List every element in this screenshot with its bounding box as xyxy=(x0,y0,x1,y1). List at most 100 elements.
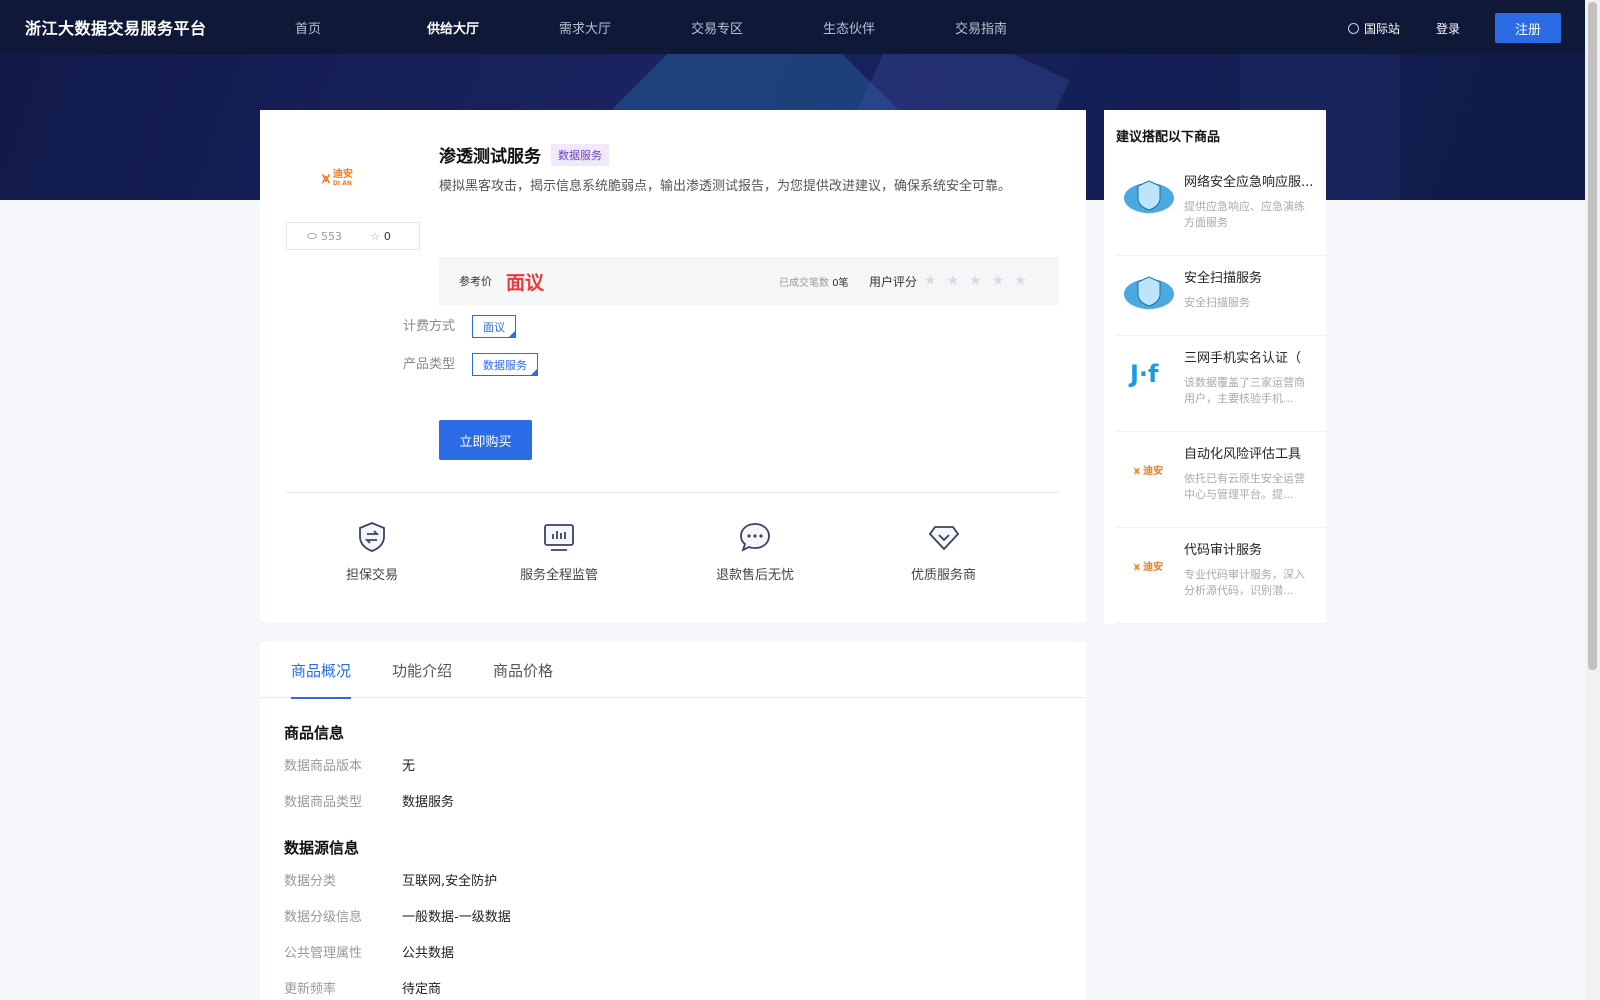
cloud-shield-logo-icon xyxy=(1124,180,1174,213)
product-title: 渗透测试服务 xyxy=(439,147,541,167)
recommendation-desc: 安全扫描服务 xyxy=(1184,296,1250,309)
deals-count: 已成交笔数 0笔 xyxy=(779,274,849,289)
recommendation-desc: 专业代码审计服务，深入分析源代码，识别潜... xyxy=(1184,568,1305,597)
recommendation-desc: 依托已有云原生安全运营中心与管理平台。提... xyxy=(1184,472,1305,501)
tab-pricing[interactable]: 商品价格 xyxy=(493,642,553,698)
type-label: 产品类型 xyxy=(403,357,456,372)
nav-item-demand[interactable]: 需求大厅 xyxy=(559,18,691,37)
info-key: 数据分类 xyxy=(284,874,337,889)
billing-label: 计费方式 xyxy=(403,319,456,334)
favorites-stat[interactable]: ☆ 0 xyxy=(370,230,391,243)
shield-exchange-icon xyxy=(359,522,385,552)
star-icon: ★ xyxy=(924,273,937,289)
recommendation-desc: 提供应急响应、应急演练方面服务 xyxy=(1184,200,1305,229)
globe-icon xyxy=(1347,22,1359,34)
jf-logo-icon: J·f xyxy=(1128,360,1159,388)
register-button[interactable]: 注册 xyxy=(1495,13,1561,43)
recommendation-name: 自动化风险评估工具 xyxy=(1184,447,1302,462)
top-nav: 浙江大数据交易服务平台 首页 供给大厅 需求大厅 交易专区 生态伙伴 交易指南 … xyxy=(0,0,1585,54)
svg-text:⩙ 迪安: ⩙ 迪安 xyxy=(1133,560,1163,573)
info-key: 数据商品版本 xyxy=(284,759,363,774)
feature-supervision: 服务全程监管 xyxy=(520,520,598,583)
cloud-shield-logo-icon xyxy=(1124,276,1174,309)
info-value: 数据服务 xyxy=(402,795,455,810)
recommendation-title: 建议搭配以下商品 xyxy=(1116,130,1221,145)
info-key: 数据分级信息 xyxy=(284,910,363,925)
recommendation-item[interactable]: 安全扫描服务 安全扫描服务 xyxy=(1116,256,1326,336)
price-label: 参考价 xyxy=(459,275,492,288)
monitor-chart-icon xyxy=(544,524,574,551)
dian-logo-icon: ⩙ 迪安 xyxy=(1133,560,1163,573)
info-value: 待定商 xyxy=(402,982,442,997)
recommendation-desc: 该数据覆盖了三家运营商用户，主要核验手机... xyxy=(1184,376,1305,405)
feature-escrow: 担保交易 xyxy=(346,520,398,583)
product-stats: 553 ☆ 0 xyxy=(286,222,420,250)
views-count: 553 xyxy=(321,229,342,243)
star-icon: ★ xyxy=(991,273,1005,289)
star-outline-icon: ☆ xyxy=(370,229,380,243)
deals-label: 已成交笔数 xyxy=(779,277,829,289)
info-row: 数据商品版本 无 xyxy=(284,755,1086,791)
logo-subtext: DI AN xyxy=(332,180,352,187)
svg-text:⩙ 迪安: ⩙ 迪安 xyxy=(1133,464,1163,477)
feature-label: 服务全程监管 xyxy=(520,568,599,583)
nav-right: 国际站 登录 注册 xyxy=(1347,13,1561,43)
chat-bubble-icon xyxy=(740,523,770,552)
logo-text-group: 迪安 DI AN xyxy=(332,170,353,188)
info-row: 数据分类 互联网,安全防护 xyxy=(284,870,1086,906)
info-row: 公共管理属性 公共数据 xyxy=(284,942,1086,978)
tab-overview[interactable]: 商品概况 xyxy=(291,642,352,699)
price-box: 参考价 面议 已成交笔数 0笔 用户评分 ★ ★ ★ ★ ★ xyxy=(439,257,1059,305)
info-row: 数据分级信息 一般数据-一级数据 xyxy=(284,906,1086,942)
type-option[interactable]: 数据服务 xyxy=(472,353,538,376)
feature-label: 担保交易 xyxy=(346,568,399,583)
feature-label: 优质服务商 xyxy=(911,568,977,583)
price-value: 面议 xyxy=(506,271,545,294)
nav-item-home[interactable]: 首页 xyxy=(295,18,427,37)
tab-features[interactable]: 功能介绍 xyxy=(392,642,452,698)
detail-tabs: 商品概况 功能介绍 商品价格 xyxy=(260,642,1086,699)
star-icon: ★ xyxy=(969,273,982,289)
divider xyxy=(286,492,1060,493)
recommendation-item[interactable]: 网络安全应急响应服... 提供应急响应、应急演练方面服务 xyxy=(1116,160,1326,256)
recommendation-item[interactable]: ⩙ 迪安 代码审计服务 专业代码审计服务，深入分析源代码，识别潜... xyxy=(1116,528,1326,624)
nav-item-supply[interactable]: 供给大厅 xyxy=(427,18,559,37)
favorites-count: 0 xyxy=(383,229,391,243)
nav-item-partners[interactable]: 生态伙伴 xyxy=(823,18,955,37)
buy-now-button[interactable]: 立即购买 xyxy=(439,420,532,460)
recommendation-name: 三网手机实名认证（ xyxy=(1184,351,1302,366)
login-link[interactable]: 登录 xyxy=(1436,20,1460,37)
intl-site-link[interactable]: 国际站 xyxy=(1347,20,1400,37)
billing-option[interactable]: 面议 xyxy=(472,315,516,338)
star-icon: ★ xyxy=(1014,273,1027,289)
recommendation-panel: 建议搭配以下商品 网络安全应急响应服... 提供应急响应、应急演练方面服务 安全… xyxy=(1104,110,1326,624)
dian-logo-icon: ⩙ 迪安 xyxy=(1133,464,1163,477)
title-row: 渗透测试服务 数据服务 xyxy=(439,142,609,167)
recommendation-item[interactable]: J·f 三网手机实名认证（ 该数据覆盖了三家运营商用户，主要核验手机... xyxy=(1116,336,1326,432)
section-title: 商品信息 xyxy=(284,724,345,742)
recommendation-name: 代码审计服务 xyxy=(1184,543,1263,558)
recommendation-name: 网络安全应急响应服... xyxy=(1184,175,1314,190)
nav-menu: 首页 供给大厅 需求大厅 交易专区 生态伙伴 交易指南 xyxy=(295,18,1087,37)
info-value: 公共数据 xyxy=(402,946,455,961)
nav-item-trade-zone[interactable]: 交易专区 xyxy=(691,18,823,37)
rating-stars: ★ ★ ★ ★ ★ xyxy=(924,273,1027,289)
nav-item-guide[interactable]: 交易指南 xyxy=(955,18,1087,37)
info-key: 公共管理属性 xyxy=(284,946,363,961)
info-value: 互联网,安全防护 xyxy=(402,874,498,889)
page-scrollbar[interactable] xyxy=(1585,0,1600,1000)
feature-quality-provider: 优质服务商 xyxy=(911,520,976,583)
diamond-icon xyxy=(928,526,959,551)
info-row: 数据商品类型 数据服务 xyxy=(284,791,1086,827)
info-value: 无 xyxy=(402,759,416,774)
eye-icon xyxy=(307,233,317,239)
scrollbar-thumb[interactable] xyxy=(1588,2,1597,670)
views-stat: 553 xyxy=(307,230,342,243)
feature-label: 退款售后无忧 xyxy=(716,568,795,583)
recommendation-item[interactable]: ⩙ 迪安 自动化风险评估工具 依托已有云原生安全运营中心与管理平台。提... xyxy=(1116,432,1326,528)
star-icon: ★ xyxy=(946,273,960,289)
brand-title[interactable]: 浙江大数据交易服务平台 xyxy=(25,15,287,39)
info-key: 数据商品类型 xyxy=(284,795,363,810)
product-description: 模拟黑客攻击，揭示信息系统脆弱点，输出渗透测试报告，为您提供改进建议，确保系统安… xyxy=(439,179,1012,194)
info-row: 更新频率 待定商 xyxy=(284,978,1086,1000)
